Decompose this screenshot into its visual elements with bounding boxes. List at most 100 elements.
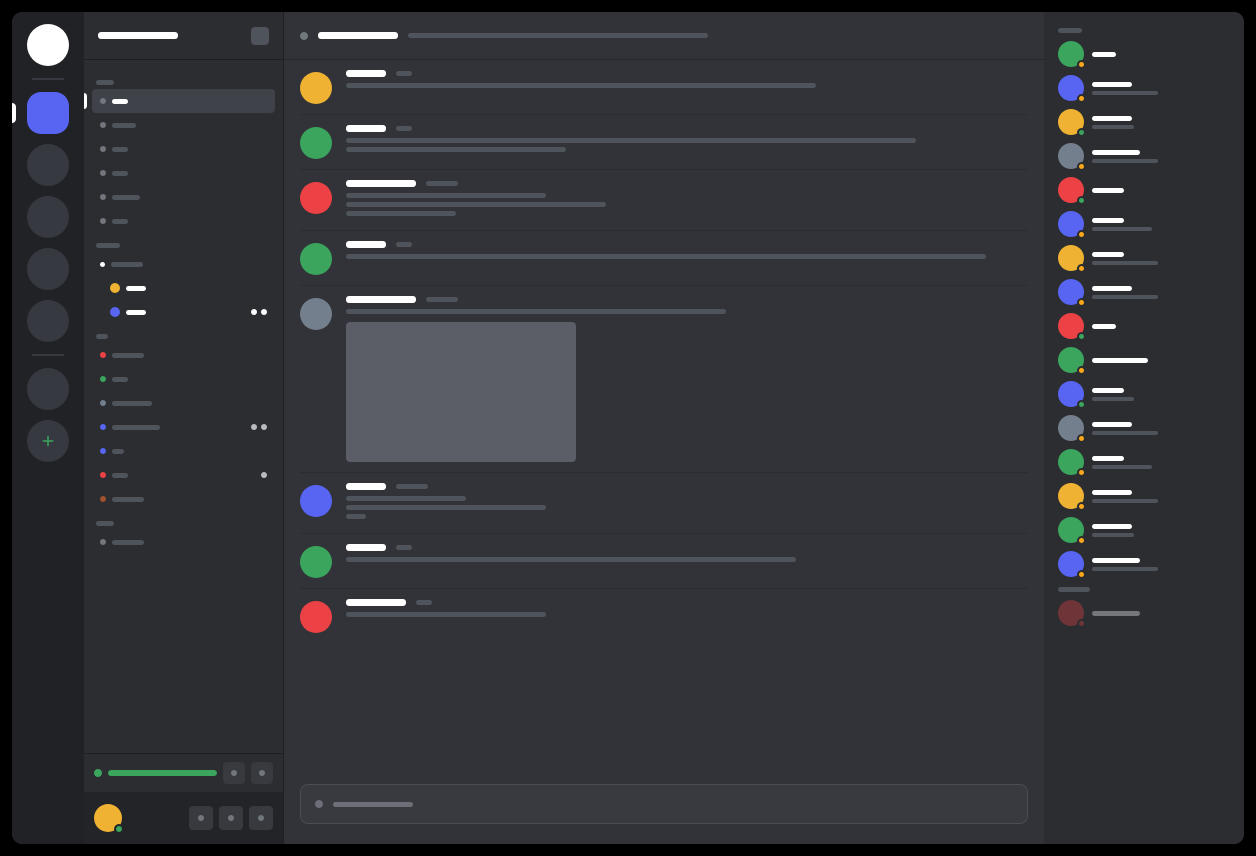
server-icon[interactable] [27, 92, 69, 134]
member-row[interactable] [1052, 309, 1236, 343]
home-button[interactable] [27, 24, 69, 66]
member-row[interactable] [1052, 547, 1236, 581]
member-row[interactable] [1052, 139, 1236, 173]
message-avatar[interactable] [300, 243, 332, 275]
channel-category-label[interactable] [96, 521, 275, 526]
member-name [1092, 324, 1116, 329]
server-icon[interactable] [27, 144, 69, 186]
message[interactable] [300, 170, 1028, 231]
member-row[interactable] [1052, 411, 1236, 445]
attach-icon[interactable] [315, 800, 323, 808]
message-avatar[interactable] [300, 601, 332, 633]
server-icon[interactable] [27, 300, 69, 342]
member-row[interactable] [1052, 105, 1236, 139]
voice-button-a[interactable] [223, 762, 245, 784]
message-list[interactable] [284, 60, 1044, 784]
member-row[interactable] [1052, 207, 1236, 241]
channel-icon [100, 424, 106, 430]
message-author[interactable] [346, 544, 386, 551]
category-text [96, 521, 114, 526]
message[interactable] [300, 534, 1028, 589]
text-channel-row[interactable] [92, 439, 275, 463]
channel-name [111, 262, 143, 267]
server-dropdown-button[interactable] [251, 27, 269, 45]
text-channel-row[interactable] [92, 113, 275, 137]
member-row[interactable] [1052, 343, 1236, 377]
member-row[interactable] [1052, 241, 1236, 275]
server-icon[interactable] [27, 196, 69, 238]
message[interactable] [300, 589, 1028, 643]
channel-list [84, 60, 283, 753]
message[interactable] [300, 286, 1028, 473]
settings-button[interactable] [249, 806, 273, 830]
participant-avatar [110, 307, 120, 317]
member-row[interactable] [1052, 37, 1236, 71]
message[interactable] [300, 231, 1028, 286]
text-channel-row[interactable] [92, 367, 275, 391]
member-status-text [1092, 91, 1158, 95]
explore-button[interactable] [27, 368, 69, 410]
message-avatar[interactable] [300, 72, 332, 104]
message-avatar[interactable] [300, 182, 332, 214]
deafen-button[interactable] [219, 806, 243, 830]
message-body [346, 180, 1028, 220]
message-line [346, 557, 796, 562]
message-avatar[interactable] [300, 546, 332, 578]
member-avatar [1058, 279, 1084, 305]
member-status-text [1092, 465, 1152, 469]
mute-button[interactable] [189, 806, 213, 830]
text-channel-row[interactable] [92, 415, 275, 439]
badge-dot-icon [261, 424, 267, 430]
message[interactable] [300, 60, 1028, 115]
message-author[interactable] [346, 296, 416, 303]
member-avatar [1058, 449, 1084, 475]
message-author[interactable] [346, 483, 386, 490]
text-channel-row[interactable] [92, 89, 275, 113]
server-header[interactable] [84, 12, 283, 60]
message-author[interactable] [346, 180, 416, 187]
member-row[interactable] [1052, 71, 1236, 105]
member-row[interactable] [1052, 445, 1236, 479]
voice-participant[interactable] [92, 276, 275, 300]
member-row[interactable] [1052, 513, 1236, 547]
channel-category-label[interactable] [96, 80, 275, 85]
text-channel-row[interactable] [92, 391, 275, 415]
member-row[interactable] [1052, 377, 1236, 411]
text-channel-row[interactable] [92, 137, 275, 161]
add-server-button[interactable] [27, 420, 69, 462]
text-channel-row[interactable] [92, 209, 275, 233]
text-channel-row[interactable] [92, 530, 275, 554]
text-channel-row[interactable] [92, 487, 275, 511]
member-row[interactable] [1052, 173, 1236, 207]
channel-name [112, 171, 128, 176]
message-input[interactable] [300, 784, 1028, 824]
channel-icon [100, 194, 106, 200]
voice-channel-row[interactable] [92, 252, 275, 276]
channel-category-label[interactable] [96, 334, 275, 339]
user-avatar[interactable] [94, 804, 122, 832]
composer [284, 784, 1044, 844]
message-body [346, 483, 1028, 523]
message[interactable] [300, 115, 1028, 170]
voice-button-b[interactable] [251, 762, 273, 784]
member-row[interactable] [1052, 479, 1236, 513]
text-channel-row[interactable] [92, 185, 275, 209]
member-avatar [1058, 313, 1084, 339]
message-avatar[interactable] [300, 298, 332, 330]
message-author[interactable] [346, 241, 386, 248]
message[interactable] [300, 473, 1028, 534]
text-channel-row[interactable] [92, 161, 275, 185]
server-icon[interactable] [27, 248, 69, 290]
message-author[interactable] [346, 125, 386, 132]
member-row[interactable] [1052, 596, 1236, 630]
message-avatar[interactable] [300, 127, 332, 159]
text-channel-row[interactable] [92, 343, 275, 367]
text-channel-row[interactable] [92, 463, 275, 487]
voice-participant[interactable] [92, 300, 275, 324]
message-author[interactable] [346, 70, 386, 77]
channel-category-label[interactable] [96, 243, 275, 248]
attachment[interactable] [346, 322, 576, 462]
message-avatar[interactable] [300, 485, 332, 517]
message-author[interactable] [346, 599, 406, 606]
member-row[interactable] [1052, 275, 1236, 309]
